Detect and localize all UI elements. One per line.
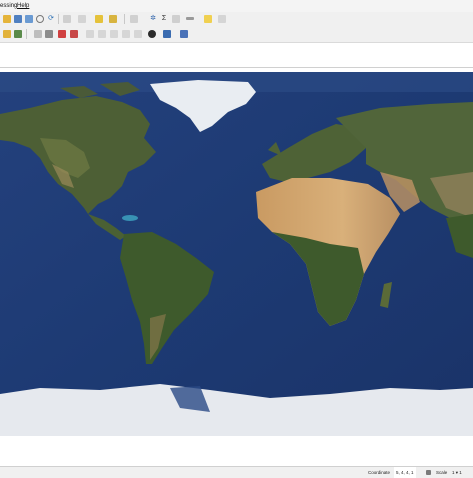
menu-processing[interactable]: essing [0, 0, 17, 12]
status-bar: Coordinate 5, 4, 4, 1 Scale 1 ▾ 1 [0, 466, 473, 478]
open-project-icon[interactable] [3, 15, 11, 23]
select-icon[interactable] [130, 15, 138, 23]
sum-icon[interactable]: Σ [160, 15, 168, 23]
globe-icon[interactable] [148, 30, 156, 38]
caribbean [122, 215, 138, 221]
identify-icon[interactable] [109, 15, 117, 23]
world-map [0, 72, 473, 436]
redo-icon[interactable] [110, 30, 118, 38]
scale-label: Scale [436, 470, 448, 475]
refresh-icon[interactable]: ⟳ [47, 15, 55, 23]
table-icon[interactable] [172, 15, 180, 23]
undo-icon[interactable] [98, 30, 106, 38]
node-tool-icon[interactable] [58, 30, 66, 38]
lock-icon[interactable] [426, 470, 431, 475]
cut-icon[interactable] [70, 30, 78, 38]
tips-icon[interactable] [218, 15, 226, 23]
toolbar-main: ⟳ ✲ Σ [0, 12, 473, 28]
layer-panel-strip [0, 43, 473, 68]
scale-field[interactable]: 1 ▾ 1 [452, 467, 462, 478]
annotation-icon[interactable] [186, 17, 194, 20]
add-raster-icon[interactable] [14, 30, 22, 38]
copy-features-icon[interactable] [122, 30, 130, 38]
menu-bar: essing Help [0, 0, 473, 12]
map-canvas[interactable] [0, 68, 473, 466]
rotate-icon[interactable] [134, 30, 142, 38]
digitize-icon[interactable] [34, 30, 42, 38]
print-layout-icon[interactable] [36, 15, 44, 23]
plugin-icon[interactable] [180, 30, 188, 38]
zoom-out-icon[interactable] [95, 15, 103, 23]
coordinate-field[interactable]: 5, 4, 4, 1 [394, 467, 416, 478]
add-vector-icon[interactable] [3, 30, 11, 38]
zoom-in-icon[interactable] [78, 15, 86, 23]
edit-icon[interactable] [45, 30, 53, 38]
coordinate-label: Coordinate [368, 470, 391, 475]
save-project-icon[interactable] [14, 15, 22, 23]
bookmark-icon[interactable] [204, 15, 212, 23]
paste-icon[interactable] [86, 30, 94, 38]
python-icon[interactable] [163, 30, 171, 38]
menu-help[interactable]: Help [17, 0, 29, 12]
pan-icon[interactable] [63, 15, 71, 23]
settings-icon[interactable]: ✲ [149, 15, 157, 23]
save-as-icon[interactable] [25, 15, 33, 23]
toolbar-digitizing [0, 27, 473, 43]
